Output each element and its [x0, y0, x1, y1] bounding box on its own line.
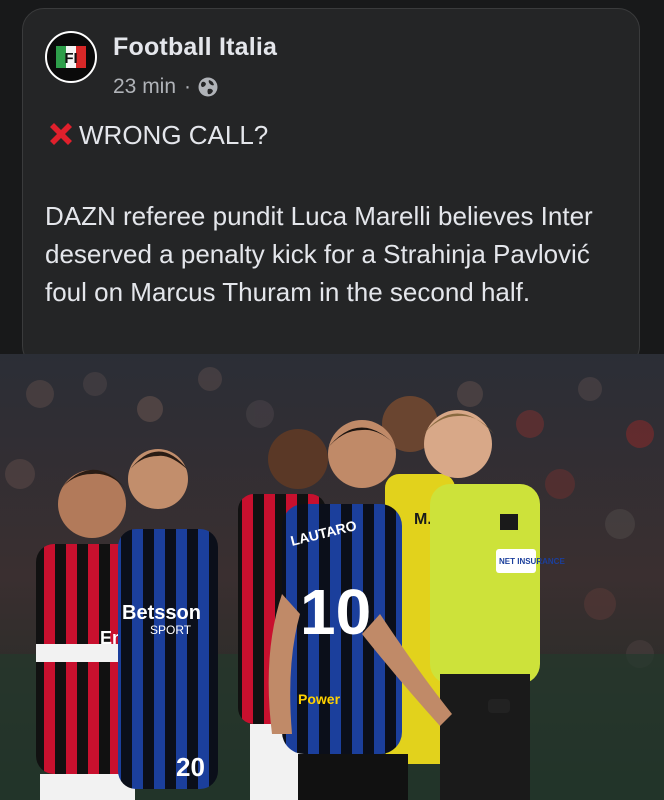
post-headline: WRONG CALL?	[45, 119, 268, 151]
post-timestamp[interactable]: 23 min	[113, 75, 176, 99]
calhanoglu-number: 20	[176, 752, 205, 782]
globe-icon[interactable]	[197, 76, 219, 98]
football-italia-logo: FI	[56, 46, 86, 68]
referee-badge-text: NET INSURANCE	[499, 557, 565, 566]
post-body-text: DAZN referee pundit Luca Marelli believe…	[45, 201, 593, 307]
page-name[interactable]: Football Italia	[113, 33, 277, 62]
svg-text:FI: FI	[64, 50, 77, 67]
post-card: FI Football Italia 23 min · WRONG CALL? …	[22, 8, 640, 368]
meta-separator: ·	[184, 75, 192, 98]
lautaro-number: 10	[300, 576, 371, 648]
page-avatar[interactable]: FI	[45, 31, 97, 83]
inter-sponsor-subtext: SPORT	[150, 623, 192, 637]
post-meta: 23 min ·	[113, 75, 219, 99]
headline-text: WRONG CALL?	[79, 119, 269, 150]
inter-sponsor-text: Betsson	[122, 602, 201, 624]
inter-kit-sponsor: Power	[298, 691, 341, 707]
red-cross-mark-icon	[50, 123, 72, 145]
post-photo[interactable]: Emirates Betsson SPORT 20 M.MO	[0, 354, 664, 800]
